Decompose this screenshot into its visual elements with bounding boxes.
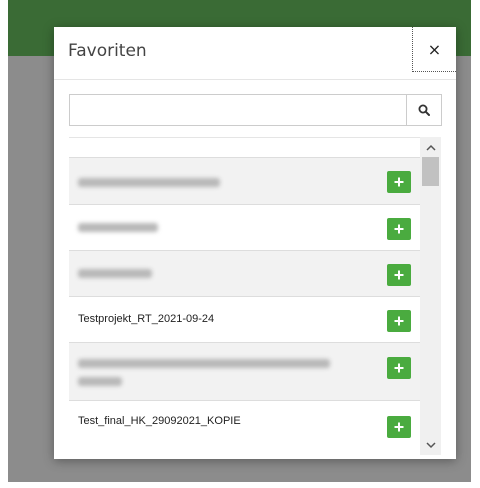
list-scrollbar[interactable] (420, 137, 441, 455)
list-item-label: Test_final_HK_29092021_KOPIE (78, 415, 241, 427)
redacted-text (78, 223, 158, 232)
dialog-header: Favoriten × (54, 27, 456, 80)
add-favorite-button[interactable] (387, 171, 411, 193)
list-item[interactable] (69, 250, 420, 296)
dialog-title: Favoriten (68, 41, 147, 61)
redacted-text (78, 359, 330, 368)
plus-icon (394, 363, 404, 373)
list-item-label: Testprojekt_RT_2021-09-24 (78, 313, 215, 325)
list-item[interactable] (69, 204, 420, 250)
search-input[interactable] (70, 95, 406, 125)
divider (69, 137, 440, 138)
redacted-text (78, 269, 152, 278)
list-item[interactable] (69, 157, 420, 204)
redacted-text (78, 377, 122, 386)
plus-icon (394, 224, 404, 234)
search-box (69, 94, 442, 126)
list-item[interactable]: Test_final_HK_29092021_KOPIE (69, 400, 420, 455)
redacted-text (78, 178, 220, 187)
favorites-dialog: Favoriten × Testprojekt_RT_2021-09-24 Te… (54, 27, 456, 459)
search-button[interactable] (406, 95, 441, 125)
close-icon: × (427, 39, 442, 59)
search-icon (418, 104, 430, 116)
plus-icon (394, 316, 404, 326)
scroll-up-button[interactable] (420, 137, 441, 157)
chevron-down-icon (425, 441, 436, 448)
favorites-list: Testprojekt_RT_2021-09-24 Test_final_HK_… (69, 157, 420, 455)
add-favorite-button[interactable] (387, 310, 411, 332)
chevron-up-icon (425, 144, 436, 151)
scrollbar-thumb[interactable] (422, 157, 439, 186)
plus-icon (394, 422, 404, 432)
plus-icon (394, 270, 404, 280)
list-item[interactable] (69, 342, 420, 400)
add-favorite-button[interactable] (387, 264, 411, 286)
add-favorite-button[interactable] (387, 218, 411, 240)
add-favorite-button[interactable] (387, 416, 411, 438)
plus-icon (394, 177, 404, 187)
scroll-down-button[interactable] (420, 435, 441, 455)
list-item[interactable]: Testprojekt_RT_2021-09-24 (69, 296, 420, 342)
close-button[interactable]: × (412, 27, 456, 72)
add-favorite-button[interactable] (387, 357, 411, 379)
